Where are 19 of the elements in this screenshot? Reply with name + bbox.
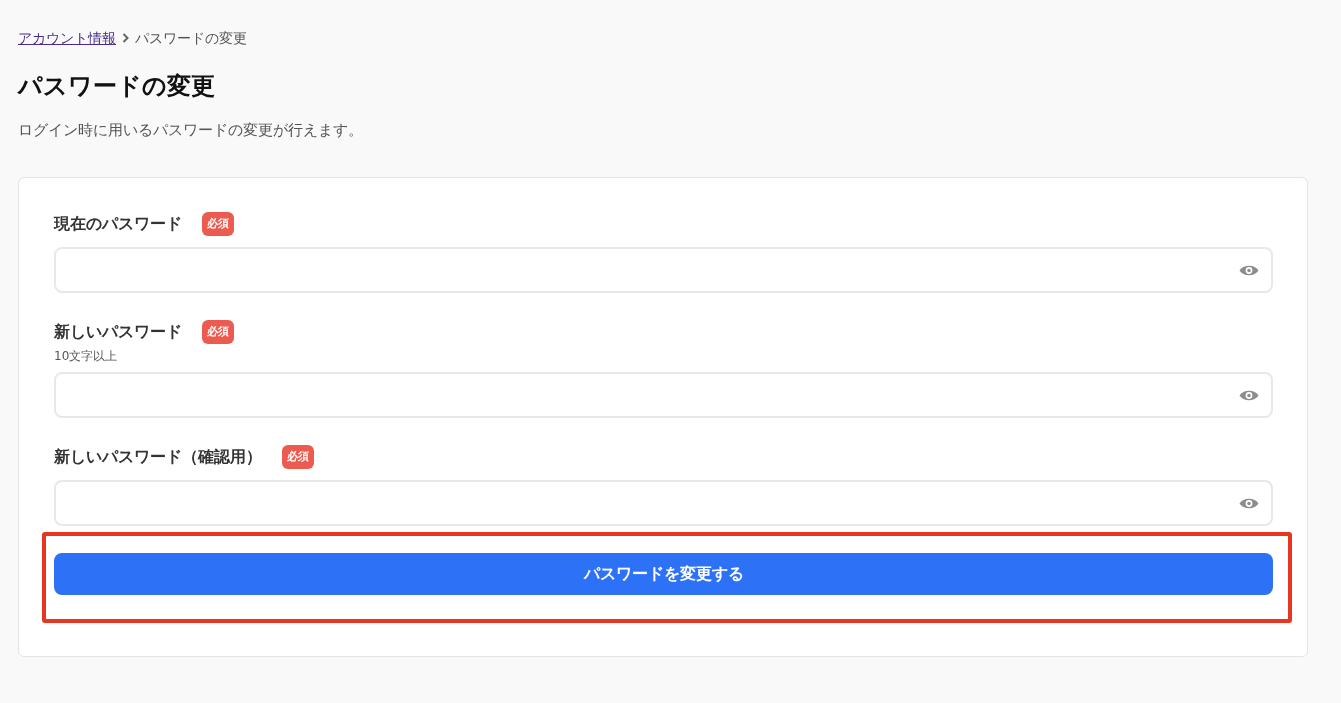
eye-icon[interactable] xyxy=(1239,388,1259,402)
eye-icon[interactable] xyxy=(1239,263,1259,277)
chevron-right-icon xyxy=(122,33,129,43)
password-field[interactable] xyxy=(54,480,1273,526)
field-label: 現在のパスワード xyxy=(54,213,182,235)
field-hint: 10文字以上 xyxy=(54,348,119,364)
required-tag: 必須 xyxy=(202,212,234,236)
breadcrumb-link[interactable]: アカウント情報 xyxy=(18,28,116,48)
required-tag: 必須 xyxy=(202,320,234,344)
page-title: パスワードの変更 xyxy=(18,71,216,102)
required-tag: 必須 xyxy=(282,445,314,469)
field-label: 新しいパスワード xyxy=(54,321,182,343)
breadcrumb-current: パスワードの変更 xyxy=(135,29,247,48)
change-password-button[interactable]: パスワードを変更する xyxy=(54,553,1273,595)
field-label: 新しいパスワード（確認用） xyxy=(54,446,262,468)
password-field[interactable] xyxy=(54,247,1273,293)
page-description: ログイン時に用いるパスワードの変更が行えます。 xyxy=(18,120,364,141)
password-field[interactable] xyxy=(54,372,1273,418)
eye-icon[interactable] xyxy=(1239,496,1259,510)
